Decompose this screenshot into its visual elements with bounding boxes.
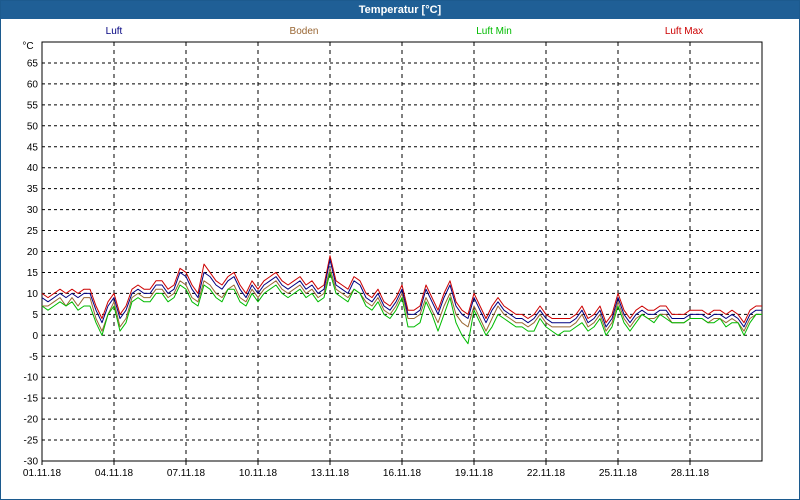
y-tick-label: -15: [24, 394, 39, 405]
x-axis-ticks: 01.11.18 04.11.18 07.11.18 10.11.18 13.11.18…: [23, 461, 710, 479]
y-tick-label: 0: [32, 331, 38, 342]
y-tick-label: -10: [24, 373, 39, 384]
grid: [41, 42, 762, 462]
y-tick-label: 45: [27, 142, 39, 153]
x-tick-label: 07.11.18: [167, 468, 206, 479]
y-axis-ticks: 65605550454035302520151050-5-10-15-20-25…: [24, 58, 39, 467]
y-tick-label: 30: [27, 205, 39, 216]
y-tick-label: -25: [24, 436, 39, 447]
y-tick-label: 50: [27, 121, 39, 132]
legend-item-max: Luft Max: [665, 26, 703, 37]
x-tick-label: 25.11.18: [599, 468, 638, 479]
y-tick-label: 60: [27, 79, 39, 90]
y-tick-label: -20: [24, 415, 39, 426]
y-tick-label: -5: [29, 352, 38, 363]
x-tick-label: 13.11.18: [311, 468, 350, 479]
y-tick-label: -30: [24, 457, 39, 468]
y-tick-label: 15: [27, 268, 39, 279]
y-tick-label: 65: [27, 58, 39, 69]
x-tick-label: 22.11.18: [527, 468, 566, 479]
x-tick-label: 19.11.18: [455, 468, 494, 479]
x-tick-label: 04.11.18: [95, 468, 134, 479]
y-tick-label: 20: [27, 247, 39, 258]
y-tick-label: 5: [32, 310, 38, 321]
y-tick-label: 55: [27, 100, 39, 111]
x-tick-label: 10.11.18: [239, 468, 278, 479]
y-tick-label: 35: [27, 184, 39, 195]
y-axis-label: °C: [22, 41, 33, 52]
legend-item-luft: Luft: [106, 26, 123, 37]
window-title: Temperatur [°C]: [1, 1, 799, 19]
temperature-chart: 65605550454035302520151050-5-10-15-20-25…: [22, 26, 763, 479]
legend: Luft Boden Luft Min Luft Max: [106, 26, 704, 37]
chart-window: Temperatur [°C] 65 60 55 50 45 40 35 30 25 20 15 10…: [0, 0, 800, 500]
y-tick-label: 40: [27, 163, 39, 174]
y-tick-label: 25: [27, 226, 39, 237]
legend-item-min: Luft Min: [476, 26, 512, 37]
x-tick-label: 28.11.18: [671, 468, 710, 479]
x-tick-label: 16.11.18: [383, 468, 422, 479]
x-tick-label: 01.11.18: [23, 468, 62, 479]
y-tick-label: 10: [27, 289, 39, 300]
legend-item-boden: Boden: [290, 26, 319, 37]
